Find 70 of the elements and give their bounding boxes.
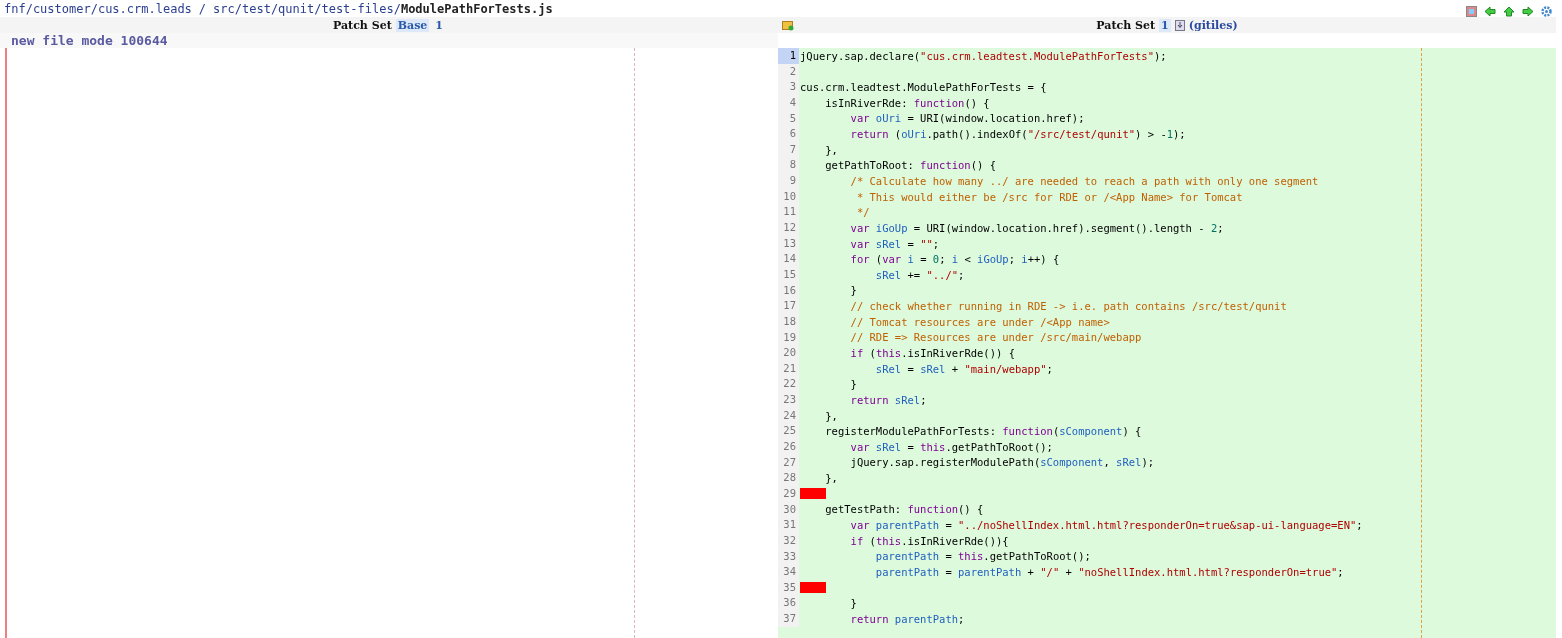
line-number: 17 bbox=[778, 298, 799, 314]
code-line: parentPath = this.getPathToRoot(); bbox=[874, 550, 1091, 563]
code-line: getPathToRoot: function() { bbox=[824, 159, 996, 172]
code-line: return (oUri.path().indexOf("/src/test/qunit") > -1); bbox=[849, 128, 1186, 140]
code-line: // Tomcat resources are under /<App name> bbox=[849, 315, 1110, 328]
code-line: } bbox=[849, 284, 857, 297]
code-line: registerModulePathForTests: function(sComponent) { bbox=[824, 425, 1142, 438]
line-number: 25 bbox=[778, 423, 799, 439]
line-number: 11 bbox=[778, 204, 799, 221]
code-line: parentPath = parentPath + "/" + "noShellIndex.html.html?responderOn=true"; bbox=[874, 565, 1344, 578]
line-number: 1 bbox=[778, 48, 799, 64]
code-line: getTestPath: function() { bbox=[824, 503, 984, 516]
code-line: isInRiverRde: function() { bbox=[824, 96, 990, 109]
line-number: 26 bbox=[778, 439, 799, 455]
line-number: 36 bbox=[778, 595, 799, 612]
code-line: /* Calculate how many ../ are needed to reach a path with only one segment bbox=[849, 174, 1319, 187]
line-number: 8 bbox=[778, 157, 799, 174]
file-name: ModulePathForTests.js bbox=[400, 2, 553, 16]
directory-link[interactable]: src/test/qunit/test-files/ bbox=[213, 2, 401, 16]
patch-set-option[interactable]: 1 bbox=[433, 18, 445, 32]
line-number: 14 bbox=[778, 251, 799, 267]
line-number: 37 bbox=[778, 611, 799, 627]
line-number: 23 bbox=[778, 392, 799, 408]
code-line: sRel += "../"; bbox=[874, 268, 965, 281]
gitiles-link[interactable]: (gitiles) bbox=[1188, 18, 1238, 32]
line-number: 12 bbox=[778, 220, 799, 236]
patch-set-label: Patch Set bbox=[333, 18, 392, 32]
code-line: // RDE => Resources are under /src/main/webapp bbox=[849, 331, 1142, 344]
code-line: // check whether running in RDE -> i.e. path contains /src/test/qunit bbox=[849, 300, 1287, 313]
settings-icon[interactable] bbox=[1541, 6, 1552, 17]
line-number: 34 bbox=[778, 564, 799, 580]
patch-set-option[interactable]: 1 bbox=[1159, 18, 1171, 32]
right-arrow-icon[interactable] bbox=[1522, 6, 1534, 17]
project-link[interactable]: fnf/customer/cus.crm.leads bbox=[4, 2, 192, 16]
line-number: 9 bbox=[778, 173, 799, 189]
code-line: * This would either be /src for RDE or /<App Name> for Tomcat bbox=[855, 190, 1243, 203]
line-number: 22 bbox=[778, 376, 799, 393]
code-line: }, bbox=[824, 472, 838, 485]
code-line: if (this.isInRiverRde()){ bbox=[849, 534, 1009, 547]
code-line: sRel = sRel + "main/webapp"; bbox=[874, 362, 1053, 375]
code-line: jQuery.sap.declare("cus.crm.leadtest.ModulePathForTests"); bbox=[799, 49, 1167, 62]
code-line: var parentPath = "../noShellIndex.html.html?responderOn=true&sap-ui-language=EN"; bbox=[849, 519, 1363, 532]
code-line: } bbox=[849, 378, 857, 391]
code-line: var sRel = this.getPathToRoot(); bbox=[849, 440, 1053, 453]
code-line: var iGoUp = URI(window.location.href).segment().length - 2; bbox=[849, 221, 1224, 234]
code-line: }, bbox=[824, 143, 838, 156]
code-line: return sRel; bbox=[849, 393, 927, 406]
code-line: for (var i = 0; i < iGoUp; i++) { bbox=[849, 253, 1060, 266]
code-line: */ bbox=[855, 206, 870, 219]
code-line: jQuery.sap.registerModulePath(sComponent, sRel); bbox=[849, 456, 1155, 469]
path-separator: / bbox=[198, 2, 207, 16]
code-line: var oUri = URI(window.location.href); bbox=[849, 112, 1085, 125]
line-number: 31 bbox=[778, 517, 799, 533]
code-line: var sRel = ""; bbox=[849, 237, 940, 250]
folder-add-icon[interactable] bbox=[782, 20, 794, 31]
line-number: 28 bbox=[778, 470, 799, 486]
line-number: 6 bbox=[778, 126, 799, 142]
line-number: 20 bbox=[778, 345, 799, 361]
code-line: if (this.isInRiverRde()) { bbox=[849, 347, 1015, 359]
file-mode-text: new file mode 100644 bbox=[0, 33, 778, 48]
code-line: }, bbox=[824, 409, 838, 422]
patch-set-label: Patch Set bbox=[1096, 18, 1156, 32]
up-arrow-icon[interactable] bbox=[1503, 6, 1515, 17]
line-number: 3 bbox=[778, 79, 799, 95]
download-icon[interactable] bbox=[1174, 19, 1185, 31]
code-line: cus.crm.leadtest.ModulePathForTests = { bbox=[799, 81, 1047, 94]
code-line: } bbox=[849, 597, 857, 610]
code-line: return parentPath; bbox=[849, 612, 965, 625]
patch-set-option[interactable]: Base bbox=[395, 18, 430, 32]
left-arrow-icon[interactable] bbox=[1484, 6, 1496, 17]
